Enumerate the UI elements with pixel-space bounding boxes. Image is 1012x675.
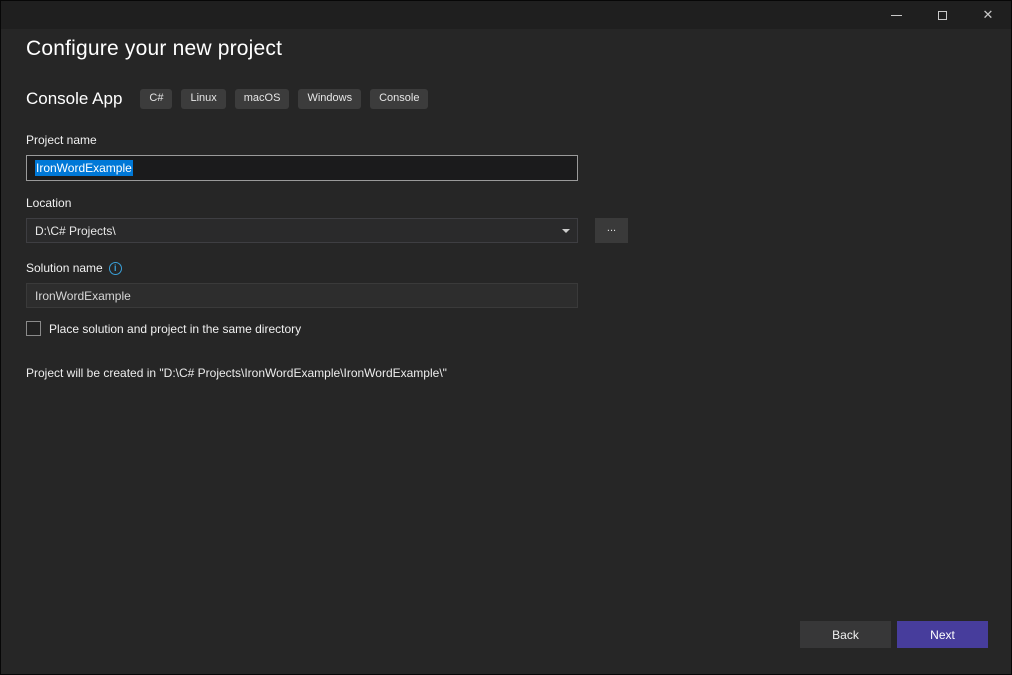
location-row: D:\C# Projects\ ... — [26, 218, 986, 243]
location-value: D:\C# Projects\ — [35, 223, 116, 238]
solution-name-input[interactable] — [26, 283, 578, 308]
location-label: Location — [26, 196, 72, 210]
page-title: Configure your new project — [26, 37, 283, 60]
location-dropdown[interactable]: D:\C# Projects\ — [26, 218, 578, 243]
configure-project-dialog: ✕ Configure your new project Console App… — [0, 0, 1012, 675]
close-button[interactable]: ✕ — [965, 1, 1011, 29]
project-name-selected-text: IronWordExample — [35, 160, 133, 176]
minimize-button[interactable] — [873, 1, 919, 29]
maximize-button[interactable] — [919, 1, 965, 29]
dialog-content: Configure your new project Console App C… — [1, 29, 1011, 380]
template-name: Console App — [26, 89, 123, 108]
same-directory-checkbox[interactable] — [26, 321, 41, 336]
tag-language: C# — [140, 89, 173, 109]
footer-buttons: Back Next — [800, 621, 988, 648]
same-directory-label: Place solution and project in the same d… — [49, 321, 302, 336]
tag-platform-linux: Linux — [181, 89, 226, 109]
window-controls: ✕ — [873, 1, 1011, 29]
title-bar: ✕ — [1, 1, 1011, 29]
template-summary: Console App C# Linux macOS Windows Conso… — [26, 89, 986, 109]
back-button[interactable]: Back — [800, 621, 891, 648]
project-name-label: Project name — [26, 133, 97, 147]
maximize-icon — [937, 10, 947, 20]
creation-note: Project will be created in "D:\C# Projec… — [26, 366, 447, 380]
solution-name-label-row: Solution name i — [26, 261, 986, 275]
info-icon[interactable]: i — [108, 261, 122, 275]
tag-project-type: Console — [370, 89, 429, 109]
solution-name-label: Solution name — [26, 261, 103, 275]
tag-platform-macos: macOS — [234, 89, 290, 109]
tag-platform-windows: Windows — [298, 89, 362, 109]
same-directory-row: Place solution and project in the same d… — [26, 321, 986, 336]
chevron-down-icon — [562, 228, 570, 233]
browse-location-button[interactable]: ... — [595, 218, 628, 243]
next-button[interactable]: Next — [897, 621, 988, 648]
minimize-icon — [890, 14, 902, 16]
project-name-input[interactable]: IronWordExample — [26, 155, 578, 181]
close-icon: ✕ — [982, 7, 994, 23]
